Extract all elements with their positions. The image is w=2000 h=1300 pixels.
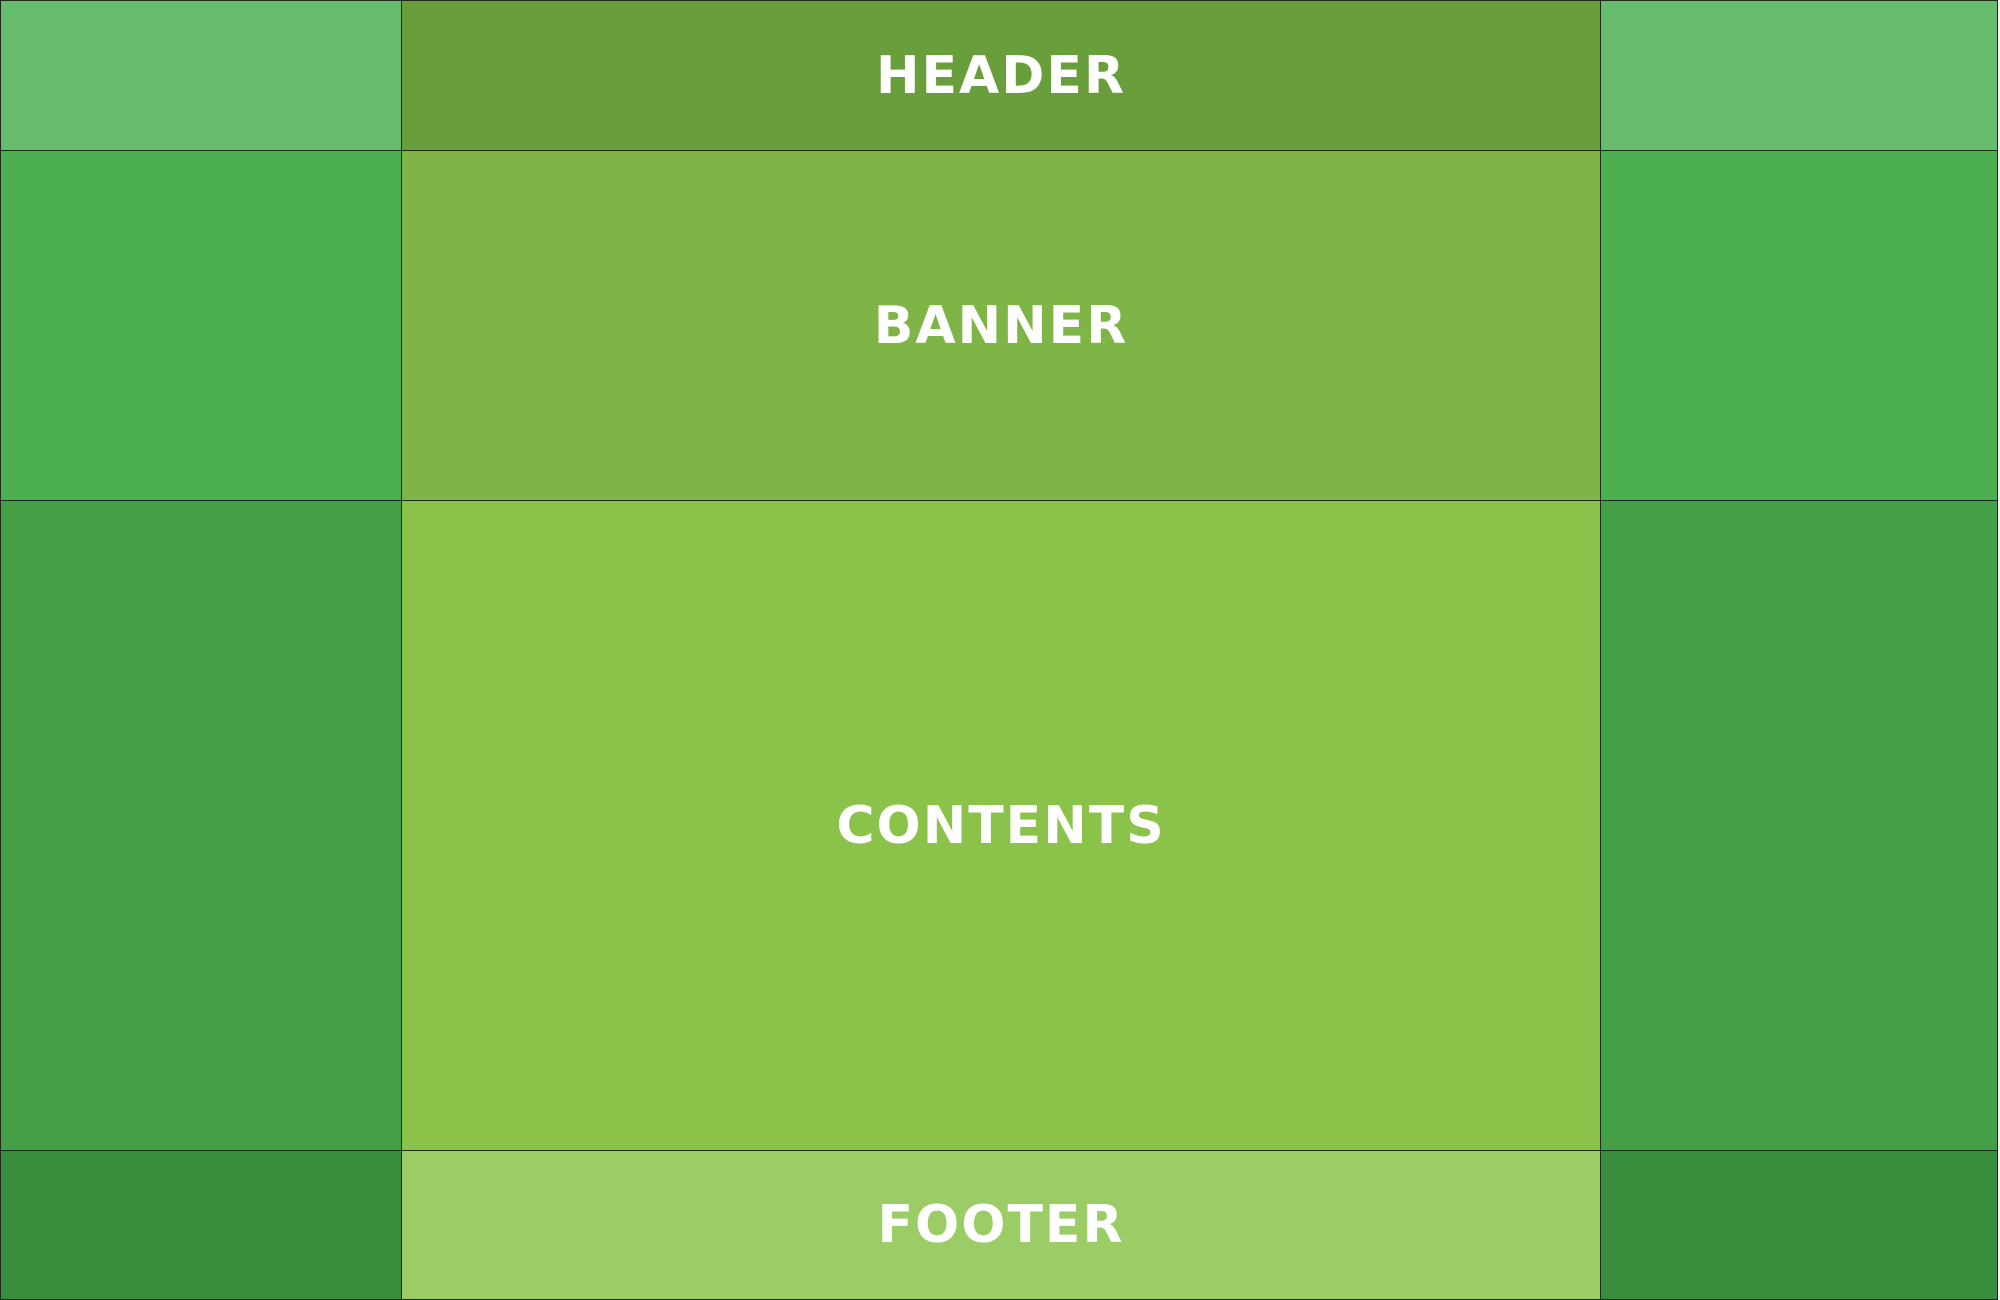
banner-label: BANNER — [873, 295, 1129, 356]
footer-block: FOOTER — [401, 1150, 1601, 1300]
footer-label: FOOTER — [877, 1195, 1125, 1255]
contents-right-side — [1600, 500, 1998, 1151]
contents-left-side — [0, 500, 402, 1151]
header-right-side — [1600, 0, 1998, 151]
header-block: HEADER — [401, 0, 1601, 151]
header-label: HEADER — [875, 45, 1126, 106]
banner-block: BANNER — [401, 150, 1601, 501]
contents-block: CONTENTS — [401, 500, 1601, 1151]
header-left-side — [0, 0, 402, 151]
contents-label: CONTENTS — [836, 795, 1166, 856]
footer-left-side — [0, 1150, 402, 1300]
page-layout-diagram: HEADER BANNER CONTENTS FOOTER — [0, 0, 2000, 1300]
banner-left-side — [0, 150, 402, 501]
banner-right-side — [1600, 150, 1998, 501]
footer-right-side — [1600, 1150, 1998, 1300]
